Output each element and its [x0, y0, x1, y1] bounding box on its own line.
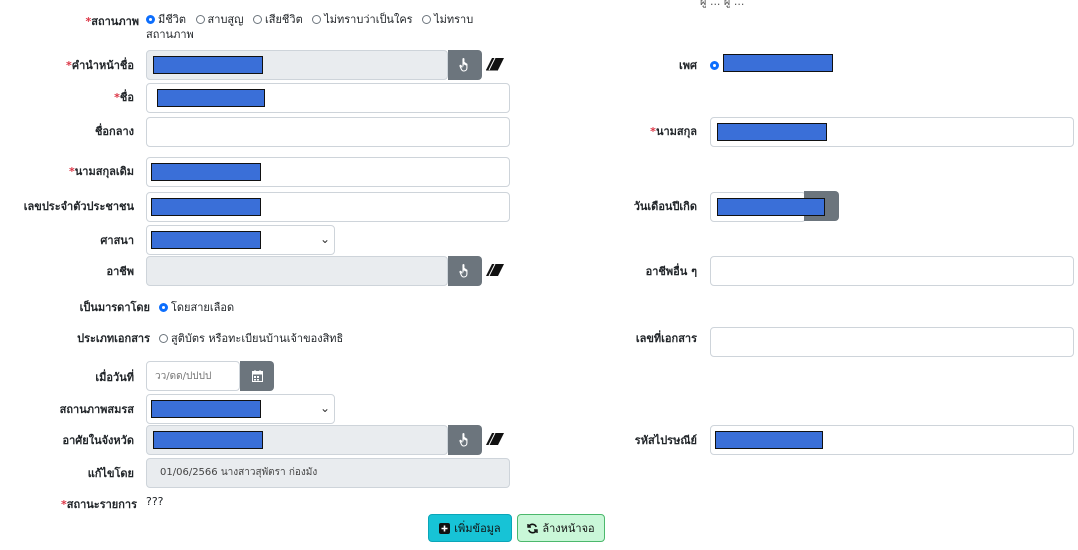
chevron-down-icon: ⌄ — [320, 401, 331, 415]
postal-redaction — [715, 431, 823, 449]
status-option-alive[interactable]: มีชีวิต — [146, 13, 186, 26]
marital-redaction — [151, 400, 261, 418]
religion-label: ศาสนา — [100, 234, 134, 247]
radio-icon — [422, 15, 432, 24]
plus-square-icon — [439, 522, 451, 534]
status-option-dead[interactable]: เสียชีวิต — [253, 13, 303, 26]
doc-type-label: ประเภทเอกสาร — [77, 332, 150, 345]
parent-by-option[interactable]: โดยสายเลือด — [159, 298, 234, 316]
parent-by-label: เป็นมารดาโดย — [79, 301, 150, 314]
refresh-icon — [527, 523, 539, 533]
postal-label: รหัสไปรษณีย์ — [634, 434, 697, 447]
firstname-redaction — [157, 89, 265, 107]
firstname-label: *ชื่อ — [114, 91, 134, 104]
hand-pointer-icon — [459, 433, 468, 447]
status-radio-group: มีชีวิต สาบสูญ เสียชีวิต ไม่ทราบว่าเป็นใ… — [146, 12, 506, 42]
status-option-unknown-person[interactable]: ไม่ทราบว่าเป็นใคร — [312, 13, 413, 26]
edited-by-value: 01/06/2566 นางสาวสุพัตรา ก่องมัง — [160, 467, 318, 478]
status-option-wrap: สถานภาพ — [146, 28, 194, 41]
lastname-label: *นามสกุล — [650, 125, 697, 138]
gender-redaction — [723, 54, 833, 72]
lastname-redaction — [717, 123, 827, 141]
radio-icon — [253, 15, 263, 24]
prefix-pick-button[interactable] — [448, 50, 482, 80]
doc-no-input[interactable] — [710, 327, 1074, 357]
other-occupation-input[interactable] — [710, 256, 1074, 286]
clear-screen-label: ล้างหน้าจอ — [542, 522, 595, 535]
middlename-input[interactable] — [146, 117, 510, 147]
occupation-label: อาชีพ — [106, 265, 135, 278]
citizen-id-label: เลขประจำตัวประชาชน — [23, 200, 134, 213]
date-calendar-button[interactable] — [240, 361, 274, 391]
add-data-label: เพิ่มข้อมูล — [454, 522, 501, 535]
birthdate-label: วันเดือนปีเกิด — [633, 200, 697, 213]
add-data-button[interactable]: เพิ่มข้อมูล — [428, 514, 512, 542]
radio-icon — [159, 334, 168, 343]
clear-screen-button[interactable]: ล้างหน้าจอ — [517, 514, 605, 542]
occupation-field[interactable] — [146, 256, 448, 286]
prefix-label: *คำนำหน้าชื่อ — [65, 59, 134, 72]
maiden-label: *นามสกุลเดิม — [69, 165, 134, 178]
occupation-pick-button[interactable] — [448, 256, 482, 286]
religion-redaction — [151, 231, 261, 249]
date-input[interactable] — [146, 361, 240, 391]
status-option-missing[interactable]: สาบสูญ — [195, 13, 244, 26]
radio-icon — [195, 15, 205, 24]
record-status-value: ??? — [146, 495, 164, 508]
doc-type-option[interactable]: สูติบัตร หรือทะเบียนบ้านเจ้าของสิทธิ — [159, 329, 343, 347]
eraser-icon[interactable] — [485, 432, 505, 446]
middlename-label: ชื่อกลาง — [94, 125, 134, 138]
radio-icon — [312, 15, 322, 24]
citizen-id-redaction — [151, 198, 261, 216]
hand-pointer-icon — [459, 58, 468, 72]
top-cut-text: ผู้ ... ผู้ ... — [700, 0, 745, 8]
hand-pointer-icon — [459, 264, 468, 278]
calendar-icon — [251, 370, 263, 382]
birthdate-redaction — [717, 198, 825, 216]
record-status-label: *สถานะรายการ — [60, 498, 137, 511]
status-option-unknown-status[interactable]: ไม่ทราบ — [422, 13, 473, 26]
date-label: เมื่อวันที่ — [95, 371, 134, 384]
gender-radio[interactable] — [710, 61, 719, 70]
marital-label: สถานภาพสมรส — [59, 403, 134, 416]
province-label: อาศัยในจังหวัด — [62, 434, 135, 447]
status-label: *สถานภาพ — [85, 15, 139, 28]
radio-icon — [146, 15, 155, 24]
eraser-icon[interactable] — [485, 57, 505, 71]
edited-by-label: แก้ไขโดย — [87, 467, 134, 480]
eraser-icon[interactable] — [485, 263, 505, 277]
prefix-redaction — [153, 56, 263, 74]
other-occupation-label: อาชีพอื่น ๆ — [645, 265, 697, 278]
province-redaction — [153, 431, 263, 449]
province-pick-button[interactable] — [448, 425, 482, 455]
gender-label: เพศ — [679, 59, 697, 72]
maiden-redaction — [151, 163, 261, 181]
radio-icon — [159, 303, 168, 312]
doc-no-label: เลขที่เอกสาร — [635, 332, 697, 345]
chevron-down-icon: ⌄ — [320, 232, 331, 246]
